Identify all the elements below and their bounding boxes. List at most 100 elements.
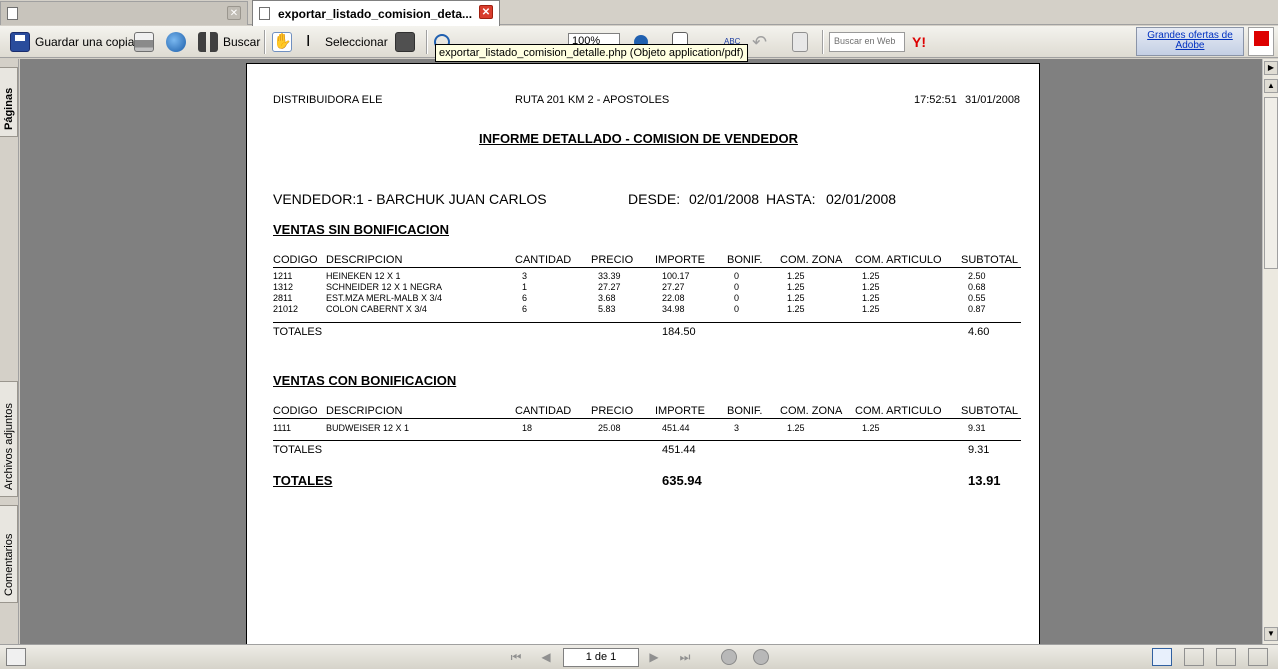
text-cursor-icon: I	[306, 33, 311, 50]
scroll-up-arrow-icon[interactable]: ▲	[1264, 79, 1278, 93]
single-page-view-icon[interactable]	[1152, 648, 1172, 666]
next-page-icon[interactable]: ▶	[646, 650, 662, 664]
close-tab-icon[interactable]: ✕	[479, 5, 493, 19]
adobe-offers-link[interactable]: Grandes ofertas de Adobe	[1136, 27, 1244, 56]
cell-bonif: 0	[734, 293, 740, 303]
cell-com-articulo: 1.25	[862, 293, 880, 303]
cell-descripcion: BUDWEISER 12 X 1	[326, 423, 410, 433]
toolbar-separator	[822, 30, 824, 54]
vertical-scrollbar[interactable]: ▶ ▲ ▼	[1262, 59, 1278, 644]
cell-com-articulo: 1.25	[862, 271, 880, 281]
search-web-input[interactable]: Buscar en Web	[829, 30, 905, 54]
select-tool-button[interactable]: I Seleccionar	[306, 30, 388, 54]
page-icon	[7, 7, 18, 20]
search-button[interactable]: Buscar	[198, 30, 260, 54]
col-com-zona: COM. ZONA	[780, 254, 843, 266]
col-subtotal: SUBTOTAL	[961, 254, 1019, 266]
grand-total-importe: 635.94	[662, 473, 702, 488]
scrollbar-thumb[interactable]	[1264, 97, 1278, 269]
to-value: 02/01/2008	[826, 191, 897, 207]
cell-cantidad: 3	[522, 271, 528, 281]
tab-title: exportar_listado_comision_deta...	[278, 6, 473, 21]
header-divider	[273, 418, 1021, 419]
facing-view-icon[interactable]	[1216, 648, 1236, 666]
cell-com-articulo: 1.25	[862, 423, 880, 433]
cell-precio: 25.08	[598, 423, 621, 433]
col-com-zona: COM. ZONA	[780, 405, 843, 417]
col-importe: IMPORTE	[655, 405, 705, 417]
document-viewer[interactable]: DISTRIBUIDORA ELE RUTA 201 KM 2 - APOSTO…	[20, 59, 1262, 644]
cell-cantidad: 1	[522, 282, 528, 292]
cell-descripcion: SCHNEIDER 12 X 1 NEGRA	[326, 282, 443, 292]
tab-attachments-label: Archivos adjuntos	[3, 403, 15, 490]
cell-codigo: 1312	[273, 282, 294, 292]
cell-codigo: 1211	[273, 271, 293, 281]
yahoo-button[interactable]: Y!	[912, 30, 932, 54]
col-com-articulo: COM. ARTICULO	[855, 405, 942, 417]
report-title: INFORME DETALLADO - COMISION DE VENDEDOR	[479, 131, 798, 146]
copy-icon	[792, 32, 808, 52]
grand-total-subtotal: 13.91	[968, 473, 1001, 488]
col-com-articulo: COM. ARTICULO	[855, 254, 942, 266]
cell-subtotal: 0.87	[968, 304, 986, 314]
browser-tab-active[interactable]: exportar_listado_comision_deta... ✕	[252, 0, 500, 26]
section2-totals-label: TOTALES	[273, 444, 323, 456]
cell-descripcion: COLON CABERNT X 3/4	[326, 304, 427, 314]
section2-total-subtotal: 9.31	[968, 444, 990, 456]
cell-importe: 34.98	[662, 304, 685, 314]
panel-toggle-arrow-icon[interactable]: ▶	[1264, 61, 1278, 75]
previous-page-icon[interactable]: ◀	[538, 650, 554, 664]
continuous-view-icon[interactable]	[1184, 648, 1204, 666]
pdf-page: DISTRIBUIDORA ELE RUTA 201 KM 2 - APOSTO…	[246, 63, 1040, 644]
cell-subtotal: 0.68	[968, 282, 986, 292]
cell-com-zona: 1.25	[787, 282, 805, 292]
cell-subtotal: 2.50	[968, 271, 986, 281]
next-view-icon[interactable]	[753, 649, 769, 665]
cell-cantidad: 6	[522, 293, 528, 303]
previous-view-icon[interactable]	[721, 649, 737, 665]
tab-comments[interactable]: Comentarios	[0, 505, 18, 603]
section1-total-importe: 184.50	[662, 326, 696, 338]
snapshot-button[interactable]	[395, 30, 415, 54]
last-page-icon[interactable]: ⏭	[677, 650, 693, 664]
undo-arrow-icon: ↶	[752, 32, 768, 52]
section-title-without-bonus: VENTAS SIN BONIFICACION	[273, 222, 449, 237]
undo-button[interactable]: ↶	[752, 30, 772, 54]
print-button[interactable]	[134, 30, 154, 54]
col-codigo: CODIGO	[273, 405, 318, 417]
tab-pages-label: Páginas	[3, 87, 15, 130]
continuous-facing-view-icon[interactable]	[1248, 648, 1268, 666]
pdf-statusbar: ⏮ ◀ 1 de 1 ▶ ⏭	[0, 644, 1278, 669]
first-page-icon[interactable]: ⏮	[508, 650, 524, 664]
panel-size-icon[interactable]	[6, 648, 26, 666]
cell-descripcion: HEINEKEN 12 X 1	[326, 271, 401, 281]
cell-precio: 3.68	[598, 293, 616, 303]
cell-codigo: 1111	[273, 423, 292, 433]
cell-cantidad: 18	[522, 423, 533, 433]
cell-codigo: 2811	[273, 293, 293, 303]
browser-tab-blank[interactable]: ✕	[0, 1, 248, 25]
email-button[interactable]	[166, 30, 186, 54]
col-descripcion: DESCRIPCION	[326, 254, 403, 266]
scroll-down-arrow-icon[interactable]: ▼	[1264, 627, 1278, 641]
from-label: DESDE:	[628, 191, 681, 207]
cell-bonif: 3	[734, 423, 740, 433]
tab-pages[interactable]: Páginas	[0, 67, 18, 137]
tab-attachments[interactable]: Archivos adjuntos	[0, 381, 18, 497]
col-descripcion: DESCRIPCION	[326, 405, 403, 417]
from-value: 02/01/2008	[689, 191, 760, 207]
company-name: DISTRIBUIDORA ELE	[273, 94, 383, 106]
hand-tool-button[interactable]: ✋	[272, 30, 292, 54]
cell-codigo: 21012	[273, 304, 299, 314]
totals-divider	[273, 322, 1021, 323]
save-copy-label: Guardar una copia	[35, 35, 135, 49]
report-time: 17:52:51	[914, 94, 957, 106]
copy-button[interactable]	[792, 30, 808, 54]
close-tab-icon[interactable]: ✕	[227, 6, 241, 20]
printer-icon	[134, 32, 154, 52]
object-tooltip: exportar_listado_comision_detalle.php (O…	[435, 44, 748, 62]
save-copy-button[interactable]: Guardar una copia	[10, 30, 134, 54]
cell-importe: 27.27	[662, 282, 685, 292]
page-number-field[interactable]: 1 de 1	[563, 648, 639, 667]
cell-subtotal: 0.55	[968, 293, 986, 303]
